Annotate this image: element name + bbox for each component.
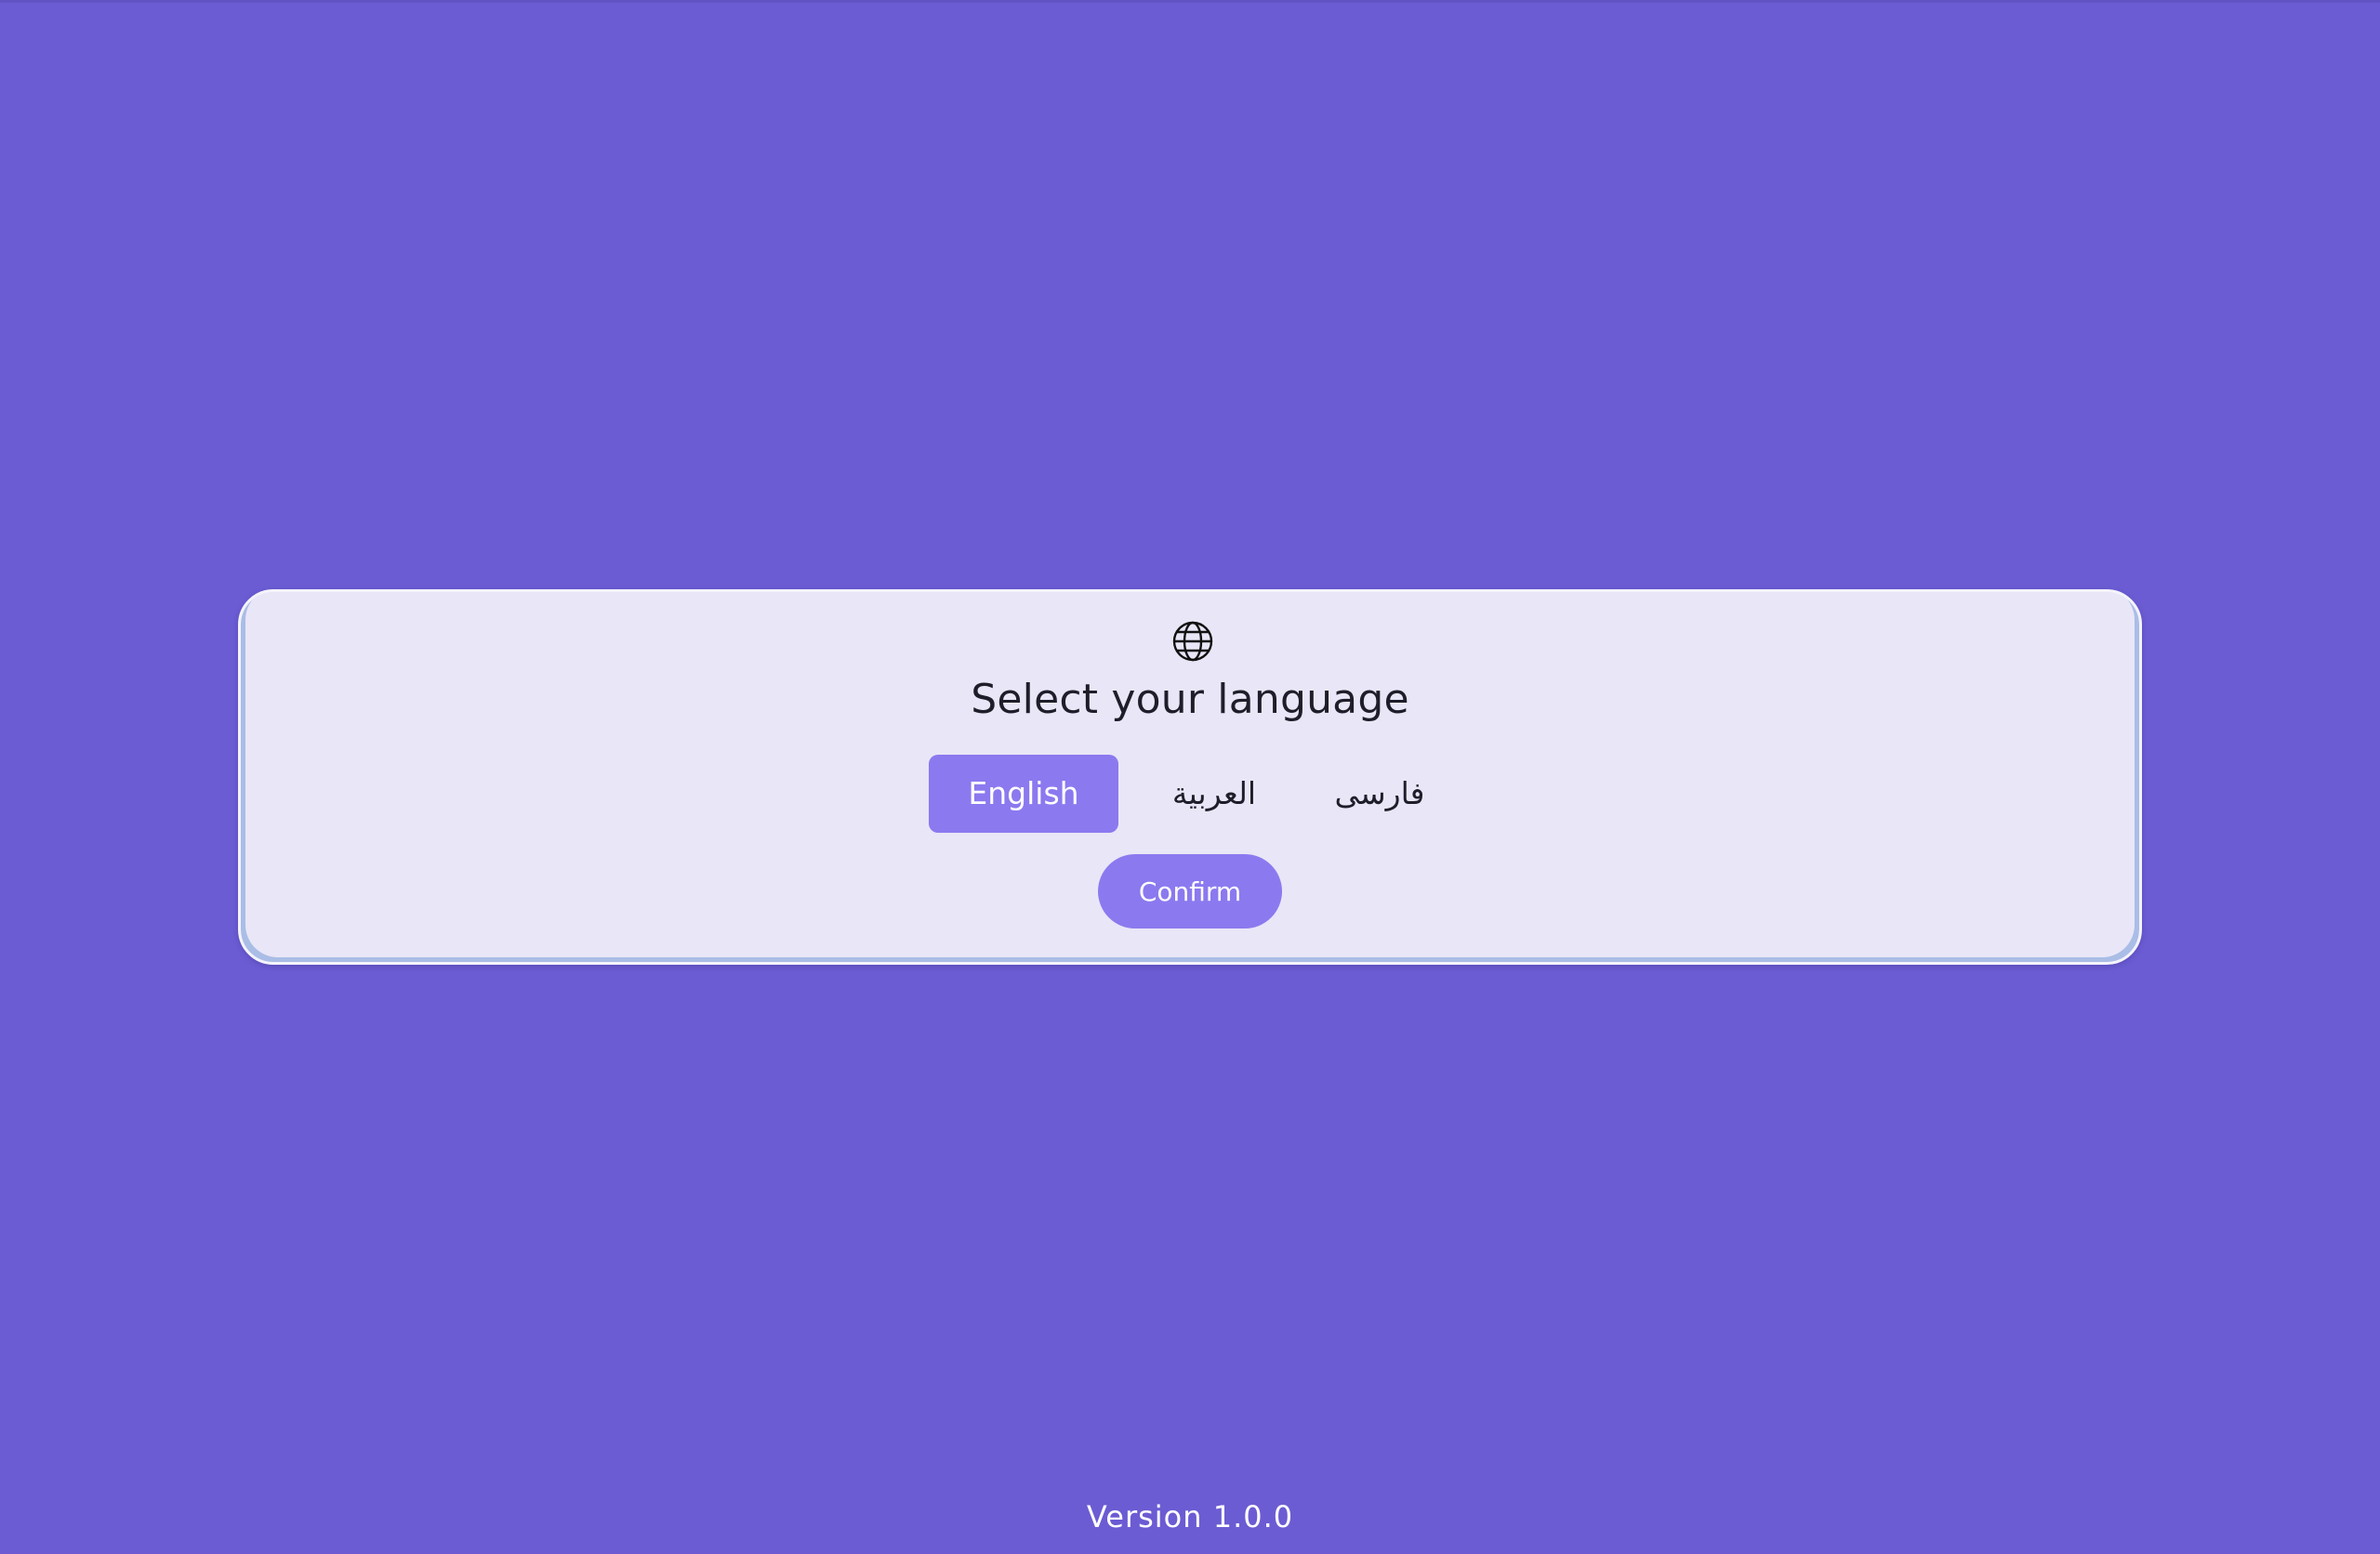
language-selection-card: Select your language English العربية فار… — [238, 589, 2142, 965]
version-label: Version 1.0.0 — [1086, 1499, 1294, 1534]
language-option-persian[interactable]: فارسی — [1310, 755, 1449, 833]
language-option-english[interactable]: English — [929, 754, 1118, 833]
dialog-title: Select your language — [971, 676, 1409, 723]
confirm-button[interactable]: Confirm — [1098, 854, 1282, 928]
globe-icon — [1172, 621, 1213, 662]
language-option-arabic[interactable]: العربية — [1144, 755, 1284, 833]
language-options: English العربية فارسی — [929, 754, 1449, 833]
top-edge-line — [0, 0, 2380, 3]
